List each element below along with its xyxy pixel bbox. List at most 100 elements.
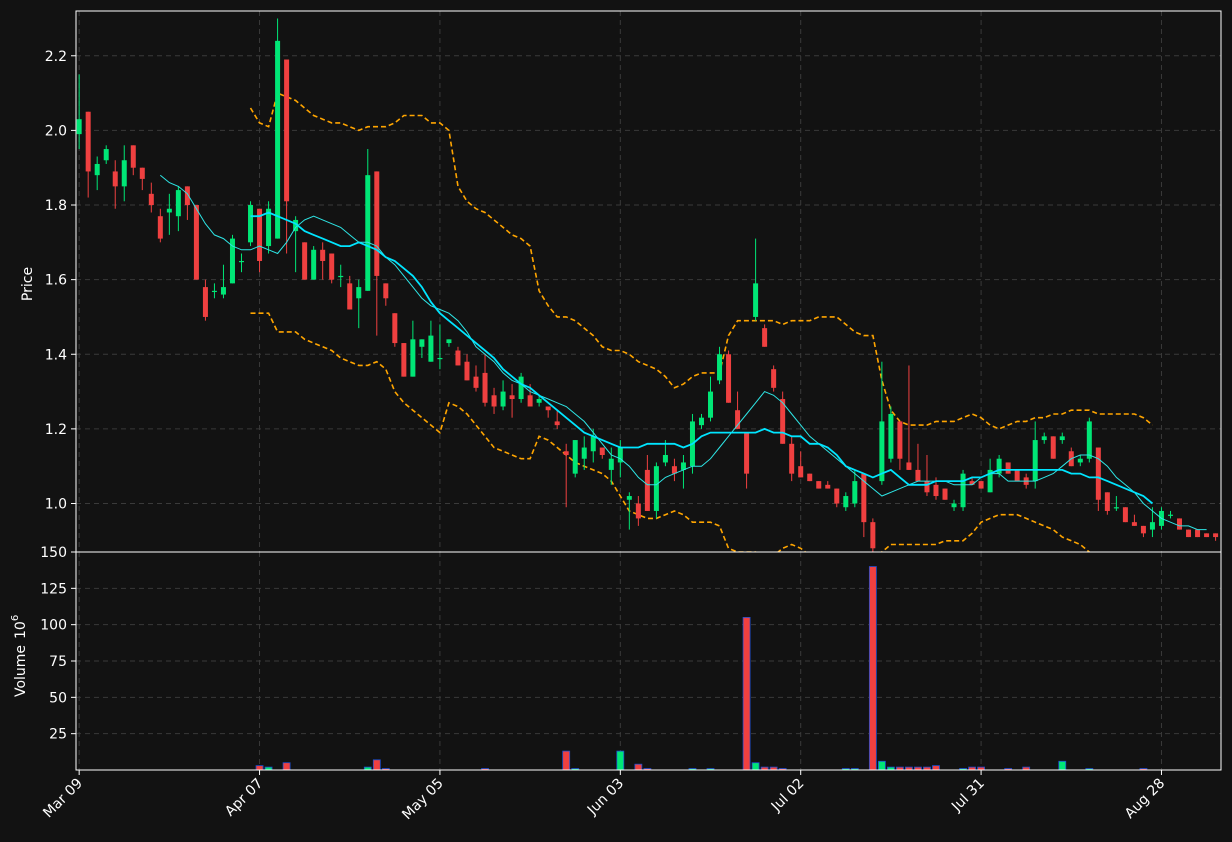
volume-axis-title: Volume xyxy=(13,645,29,697)
candle-body xyxy=(852,481,858,504)
candle-body xyxy=(455,350,461,366)
candle-body xyxy=(726,354,732,403)
candle-body xyxy=(942,488,948,500)
volume-bar xyxy=(282,762,291,770)
candle-body xyxy=(329,253,335,280)
candle-body xyxy=(744,432,750,474)
candle xyxy=(572,440,578,478)
candle-body xyxy=(662,454,668,463)
candle-body xyxy=(157,216,163,239)
candle xyxy=(193,205,199,280)
candle-body xyxy=(1050,436,1056,459)
candle-body xyxy=(220,287,226,295)
candle-body xyxy=(1041,436,1047,441)
volume-bar xyxy=(742,617,751,770)
candle-body xyxy=(545,406,551,411)
candle-body xyxy=(554,421,560,426)
candle-body xyxy=(915,469,921,482)
candle-body xyxy=(762,328,768,347)
candle-body xyxy=(94,163,100,176)
candle-body xyxy=(130,145,136,168)
volume-axis-exponent: 6 xyxy=(10,615,21,621)
volume-tick-label: 50 xyxy=(49,690,67,706)
candle-body xyxy=(960,473,966,508)
price-tick-label: 1.0 xyxy=(45,496,67,512)
candle xyxy=(229,234,235,284)
candle-body xyxy=(906,462,912,470)
candle-body xyxy=(302,242,308,280)
candle-body xyxy=(1095,447,1101,500)
candle xyxy=(960,469,966,511)
candle-body xyxy=(347,283,353,310)
volume-bar xyxy=(877,760,886,770)
candle-body xyxy=(978,481,984,489)
price-tick-label: 1.4 xyxy=(45,347,67,363)
candle xyxy=(248,201,254,247)
volume-bar xyxy=(255,765,264,770)
candle-body xyxy=(338,275,344,278)
candle-body xyxy=(753,283,759,317)
candle xyxy=(302,242,308,280)
candle-body xyxy=(275,40,281,239)
candle-body xyxy=(401,343,407,377)
candle-body xyxy=(464,361,470,381)
candle-body xyxy=(1204,533,1210,538)
volume-bar xyxy=(562,750,571,770)
candle xyxy=(266,201,272,254)
candle-body xyxy=(1131,522,1137,526)
candle-body xyxy=(951,503,957,508)
candle-body xyxy=(284,59,290,202)
volume-tick-label: 75 xyxy=(49,654,67,670)
candle xyxy=(329,253,335,284)
candle-body xyxy=(518,376,524,400)
candle-body xyxy=(248,205,254,243)
candle xyxy=(888,406,894,463)
candle-body xyxy=(635,503,641,519)
candle-body xyxy=(175,190,181,217)
candle-body xyxy=(644,469,650,511)
candle-body xyxy=(1005,462,1011,474)
candle-body xyxy=(202,287,208,317)
candle xyxy=(392,313,398,347)
candle-body xyxy=(103,149,109,161)
candle xyxy=(780,391,786,444)
candle-body xyxy=(1113,507,1119,509)
volume-tick-label: 25 xyxy=(49,727,67,743)
candle-body xyxy=(843,496,849,508)
candle-body xyxy=(735,410,741,429)
candle-body xyxy=(653,466,659,511)
candle-body xyxy=(1059,436,1065,441)
candle-body xyxy=(924,481,930,493)
volume-bar xyxy=(616,750,625,770)
candle-body xyxy=(266,208,272,247)
candle-body xyxy=(1167,514,1173,516)
candle-body xyxy=(771,369,777,388)
candle-body xyxy=(536,399,542,403)
volume-axis-title-group: Volume 106 xyxy=(10,615,29,697)
candle-body xyxy=(590,436,596,452)
volume-tick-label: 125 xyxy=(40,581,67,597)
price-tick-label: 1.8 xyxy=(45,198,67,214)
volume-bar xyxy=(634,763,643,770)
volume-bar xyxy=(372,759,381,770)
candle-body xyxy=(825,484,831,489)
candle xyxy=(978,481,984,489)
candle-body xyxy=(229,238,235,284)
candle-body xyxy=(121,160,127,187)
candle xyxy=(1177,518,1183,530)
candle-body xyxy=(211,290,217,293)
candle xyxy=(1050,436,1056,459)
candle-body xyxy=(572,440,578,474)
candle-body xyxy=(356,287,362,299)
candle-body xyxy=(437,357,443,360)
candle-body xyxy=(933,484,939,497)
candle-body xyxy=(1014,469,1020,482)
candle-body xyxy=(491,395,497,407)
candle-body xyxy=(148,193,154,206)
candle-body xyxy=(85,111,91,172)
candle-body xyxy=(166,208,172,213)
candle xyxy=(870,518,876,552)
volume-tick-label: 100 xyxy=(40,618,67,634)
price-tick-label: 2.0 xyxy=(45,123,67,139)
candle-body xyxy=(410,339,416,377)
